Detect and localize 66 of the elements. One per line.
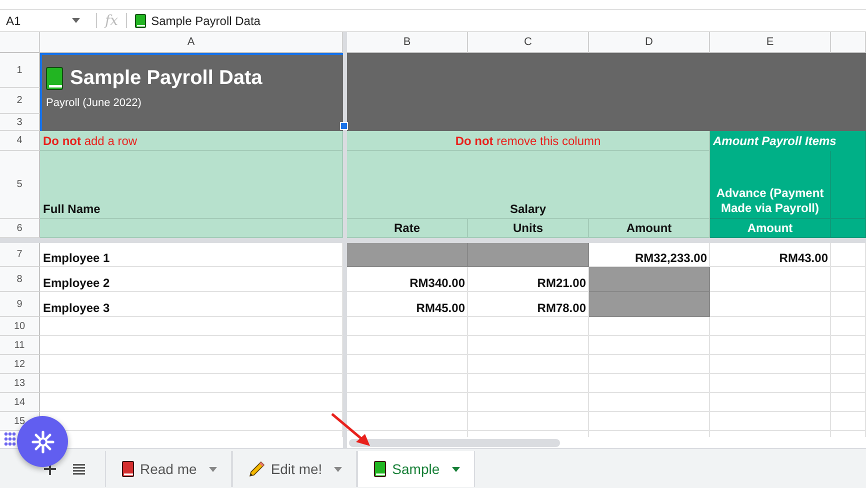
fill-handle[interactable] <box>340 122 348 130</box>
header-cell: Advance (Payment Made via Payroll) <box>710 151 831 219</box>
warning-cell: Do not remove this column <box>347 131 710 151</box>
table-cell[interactable] <box>710 267 831 292</box>
sheet-tab[interactable]: Read me <box>105 451 232 487</box>
table-cell[interactable] <box>831 292 866 317</box>
header-cell: Full Name <box>40 151 343 219</box>
caret-icon <box>452 466 460 472</box>
table-cell[interactable]: RM45.00 <box>347 292 468 317</box>
book-icon <box>46 67 63 90</box>
row-number[interactable]: 12 <box>0 355 40 374</box>
row-number[interactable]: 1 <box>0 53 40 88</box>
asterisk-icon <box>30 430 54 454</box>
row-number[interactable]: 3 <box>0 114 40 131</box>
row-number[interactable]: 9 <box>0 292 40 317</box>
arrow <box>330 412 372 448</box>
caret-icon <box>334 466 342 472</box>
row-number[interactable]: 4 <box>0 131 40 151</box>
header-cell: Salary <box>347 151 710 219</box>
select-all-corner[interactable] <box>0 32 40 53</box>
sheet-tab[interactable]: Sample <box>357 451 475 487</box>
caret-icon <box>72 18 80 23</box>
column-header[interactable]: C <box>468 32 589 53</box>
function-label: fx <box>105 12 118 28</box>
table-cell[interactable]: RM43.00 <box>710 243 831 267</box>
header-cell: Amount <box>589 219 710 238</box>
row-number[interactable]: 7 <box>0 243 40 267</box>
sheet-tab[interactable]: Edit me! <box>232 451 358 487</box>
formula-field[interactable]: Sample Payroll Data <box>135 10 866 31</box>
row-number[interactable]: 6 <box>0 219 40 238</box>
table-cell[interactable] <box>831 267 866 292</box>
table-cell[interactable] <box>710 292 831 317</box>
sheet-subtitle: Payroll (June 2022) <box>46 97 142 109</box>
row-number[interactable]: 10 <box>0 317 40 336</box>
row-number[interactable]: 11 <box>0 336 40 355</box>
drag-handle-icon[interactable] <box>4 432 16 446</box>
header-cell <box>831 219 866 238</box>
column-header[interactable]: E <box>710 32 831 53</box>
column-header[interactable] <box>831 32 866 53</box>
row-number[interactable]: 5 <box>0 151 40 219</box>
table-cell[interactable] <box>831 243 866 267</box>
empty-cells[interactable] <box>40 317 343 437</box>
table-cell[interactable]: Employee 2 <box>40 267 343 292</box>
row-number[interactable]: 8 <box>0 267 40 292</box>
table-cell[interactable]: Employee 3 <box>40 292 343 317</box>
row-number[interactable]: 13 <box>0 374 40 393</box>
header-cell: Amount <box>710 219 831 238</box>
empty-cells[interactable] <box>831 317 866 437</box>
row-number[interactable]: 14 <box>0 393 40 412</box>
sheet-title: Sample Payroll Data <box>70 67 262 90</box>
name-box[interactable]: A1 <box>0 10 88 31</box>
column-header[interactable]: B <box>347 32 468 53</box>
column-header[interactable]: A <box>40 32 343 53</box>
column-header[interactable]: D <box>589 32 710 53</box>
warning-cell: Do not add a row <box>40 131 343 151</box>
table-cell[interactable]: RM340.00 <box>347 267 468 292</box>
all-sheets-icon[interactable] <box>73 463 85 475</box>
row-number[interactable]: 2 <box>0 88 40 114</box>
group-header-cell: Amount Payroll Items <box>710 131 866 151</box>
header-cell: Units <box>468 219 589 238</box>
caret-icon <box>208 466 217 472</box>
pencil-icon <box>248 461 265 477</box>
table-cell[interactable]: Employee 1 <box>40 243 343 267</box>
header-cell: Rate <box>347 219 468 238</box>
scrollbar[interactable] <box>349 439 560 447</box>
book-icon <box>135 14 146 28</box>
